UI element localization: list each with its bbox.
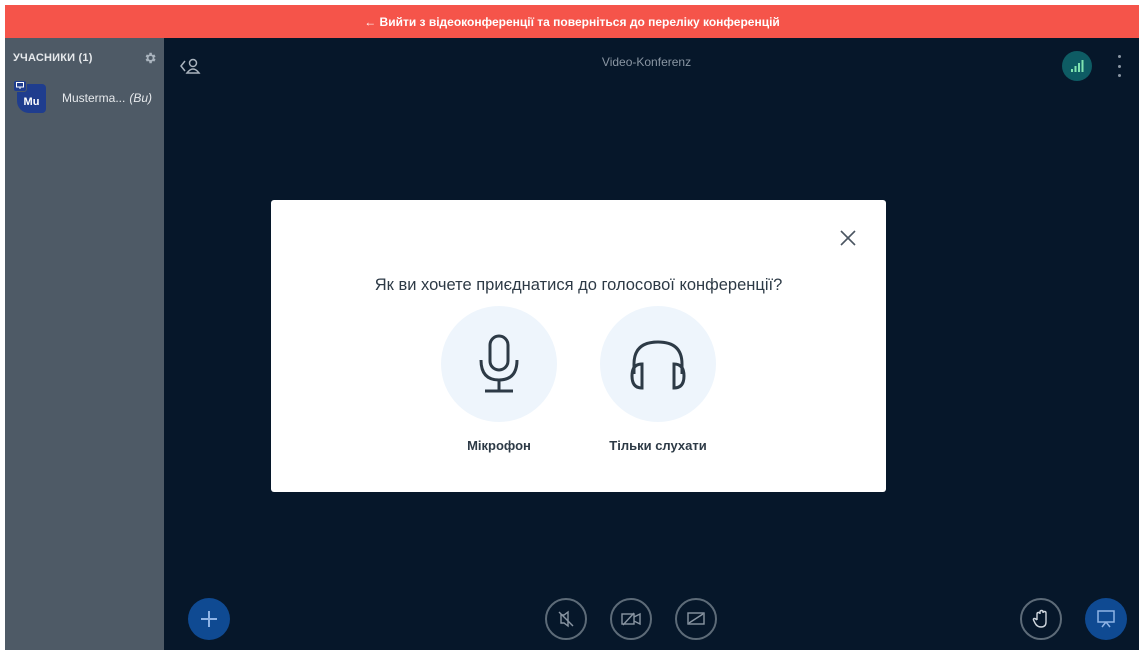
participants-header: УЧАСНИКИ (1) (13, 50, 157, 66)
avatar-initials: Mu (23, 95, 40, 108)
leave-conference-banner[interactable]: ← Вийти з відеоконференції та повернітьс… (5, 5, 1139, 38)
hand-icon[interactable] (1020, 598, 1062, 640)
participants-panel: УЧАСНИКИ (1) Mu Musterma... (Ви) (5, 38, 164, 650)
participant-name: Musterma... (62, 91, 126, 105)
signal-bars-icon[interactable] (1062, 51, 1092, 81)
modal-title: Як ви хочете приєднатися до голосової ко… (374, 276, 783, 294)
listen-only-button[interactable]: Тільки слухати (599, 306, 717, 453)
conference-title: Video-Konferenz (601, 55, 692, 69)
vertical-ellipsis-icon[interactable] (1114, 55, 1124, 77)
participant-item[interactable]: Mu Musterma... (Ви) (13, 79, 164, 114)
audio-join-modal: Як ви хочете приєднатися до голосової ко… (271, 200, 886, 492)
listen-only-label[interactable]: Тільки слухати (609, 438, 706, 453)
leave-conference-link[interactable]: ← Вийти з відеоконференції та повернітьс… (364, 15, 780, 29)
screenshare-off-icon[interactable] (675, 598, 717, 640)
close-icon[interactable] (837, 227, 859, 249)
presentation-icon (13, 79, 27, 92)
avatar: Mu (13, 79, 46, 113)
audio-muted-icon[interactable] (545, 598, 587, 640)
microphone-label[interactable]: Мікрофон (467, 438, 531, 453)
headphones-icon (630, 340, 686, 390)
microphone-circle[interactable] (441, 306, 557, 422)
listen-only-circle[interactable] (600, 306, 716, 422)
microphone-button[interactable]: Мікрофон (440, 306, 558, 453)
participant-you-label: (Ви) (129, 91, 153, 105)
presentation-icon[interactable] (1085, 598, 1127, 640)
plus-icon[interactable] (188, 598, 230, 640)
video-off-icon[interactable] (610, 598, 652, 640)
microphone-icon (479, 334, 519, 393)
gear-icon[interactable] (143, 51, 157, 65)
participants-title: УЧАСНИКИ (1) (13, 52, 93, 64)
